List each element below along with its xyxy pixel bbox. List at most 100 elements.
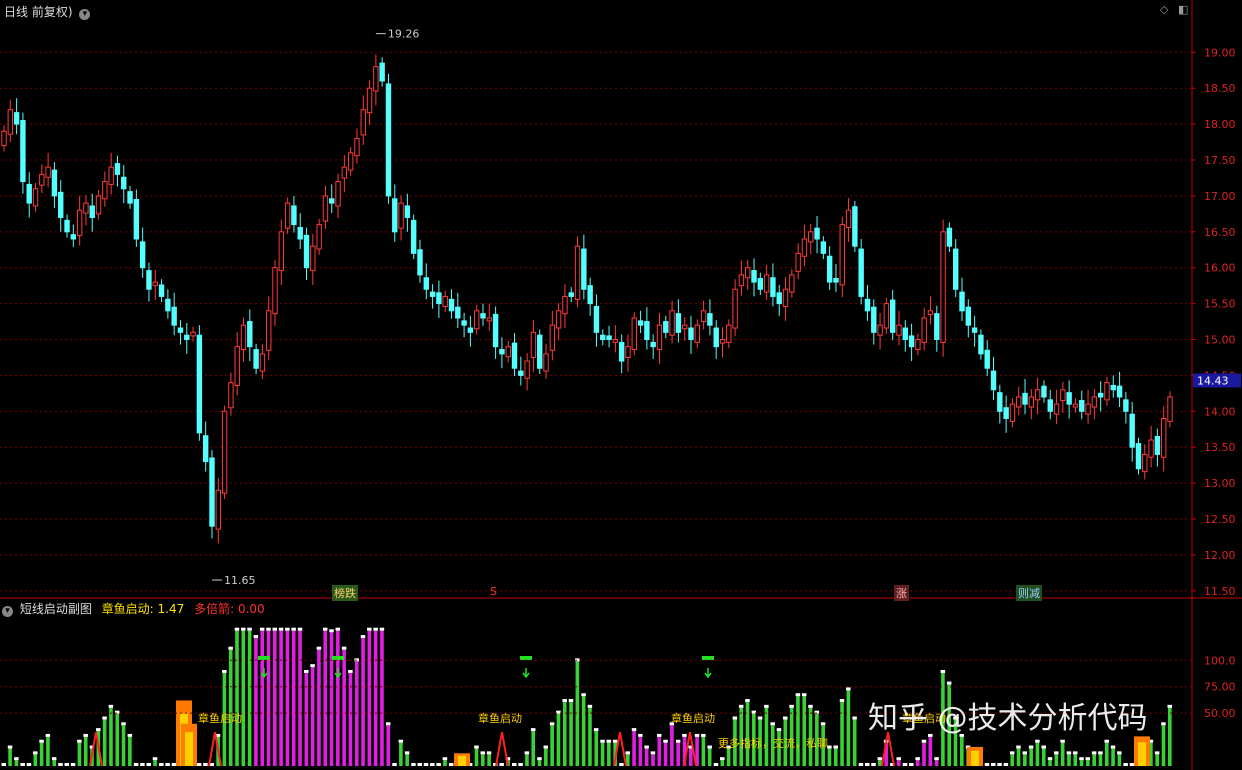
indicator-bar (1023, 754, 1027, 766)
indicator-bar (1098, 754, 1103, 766)
window-toggle-icon[interactable]: ◧ (1178, 3, 1188, 16)
down-arrow-icon (704, 668, 712, 679)
indicator-cap (732, 716, 738, 720)
indicator-bar (1010, 754, 1015, 766)
candle-body (896, 324, 902, 336)
indicator-cap (64, 763, 70, 766)
candle-body (436, 292, 442, 305)
candle-body (499, 349, 505, 355)
candle-body (852, 206, 858, 247)
candle-body (915, 339, 921, 351)
candle-body (940, 231, 946, 343)
indicator-cap (411, 763, 416, 766)
indicator-cap (568, 699, 574, 703)
candle-body (543, 353, 549, 372)
indicator-bar (1079, 760, 1084, 766)
candle-body (1123, 399, 1129, 412)
indicator-bar (46, 736, 50, 766)
candle-body (883, 303, 890, 329)
price-tick-label: 13.50 (1204, 441, 1236, 454)
indicator-cap (694, 733, 700, 737)
indicator-label-2: 多倍箭: (194, 602, 235, 616)
marker-3: 涨 (894, 585, 909, 601)
indicator-cap (480, 751, 486, 755)
indicator-bar (115, 713, 120, 766)
candle-body (971, 327, 978, 333)
period-label-box[interactable]: 日线 前复权) ▾ (4, 3, 91, 20)
candle-body (39, 173, 45, 186)
indicator-cap (518, 763, 523, 766)
indicator-bar (39, 742, 44, 766)
candle-body (492, 313, 499, 348)
indicator-cap (39, 739, 44, 743)
candle-body (990, 370, 997, 391)
indicator-cap (341, 646, 347, 650)
signal-label: 章鱼启动 (198, 712, 242, 725)
candle-body (524, 360, 530, 379)
candle-body (1022, 392, 1028, 405)
indicator-cap (196, 763, 202, 766)
candle-body (354, 137, 360, 157)
indicator-cap (738, 704, 744, 708)
candle-body (631, 317, 637, 351)
indicator-cap (656, 733, 662, 737)
candle-body (1154, 435, 1161, 455)
chevron-down-icon[interactable]: ▾ (79, 9, 91, 20)
indicator-cap (83, 733, 88, 737)
candle-body (555, 310, 562, 329)
indicator-cap (562, 699, 567, 703)
indicator-bar (915, 760, 920, 766)
candle-body (1009, 403, 1016, 422)
candle-body (618, 341, 625, 362)
indicator-cap (442, 757, 448, 761)
indicator-bar (1060, 742, 1065, 766)
candle-body (518, 370, 524, 376)
indicator-cap (1003, 763, 1009, 766)
candle-body (593, 305, 600, 333)
grid-lines (0, 0, 1242, 770)
candle-body (152, 281, 158, 287)
price-tick-label: 11.50 (1204, 585, 1236, 598)
indicator-bar (121, 725, 126, 766)
indicator-cap (858, 763, 864, 766)
indicator-tick-label: 75.00 (1204, 681, 1236, 694)
indicator-bar (581, 696, 586, 766)
candle-body (20, 120, 26, 183)
indicator-cap (165, 763, 170, 766)
candle-body (820, 241, 827, 254)
chevron-down-icon[interactable]: ▾ (2, 606, 13, 617)
indicator-bar (846, 690, 851, 766)
candle-body (410, 219, 417, 254)
candle-body (801, 238, 808, 257)
diamond-icon[interactable]: ◇ (1160, 3, 1168, 16)
candle-body (83, 202, 89, 214)
indicator-cap (946, 681, 952, 685)
period-label[interactable]: 日线 前复权) (4, 5, 73, 19)
indicator-cap (770, 722, 775, 726)
candle-body (32, 188, 39, 207)
candle-body (530, 331, 537, 358)
indicator-bar (960, 736, 964, 766)
candle-body (612, 339, 619, 343)
indicator-cap (808, 704, 813, 708)
indicator-bar (525, 754, 529, 766)
candle-body (713, 327, 719, 348)
indicator-value-2: 0.00 (237, 602, 265, 616)
indicator-bar (896, 760, 901, 766)
indicator-bar (14, 760, 19, 766)
indicator-cap (524, 751, 530, 755)
indicator-cap (285, 627, 290, 631)
indicator-bar (840, 702, 844, 766)
indicator-bar (562, 702, 567, 766)
candle-body (845, 209, 852, 229)
indicator-cap (820, 722, 826, 726)
indicator-cap (379, 627, 385, 631)
candle-body (360, 109, 366, 136)
indicator-cap (486, 751, 492, 755)
candle-body (64, 219, 70, 233)
indicator-cap (902, 763, 908, 766)
candle-body (228, 382, 234, 409)
candle-body (158, 284, 165, 297)
indicator-cap (348, 669, 353, 673)
indicator-cap (720, 757, 725, 761)
